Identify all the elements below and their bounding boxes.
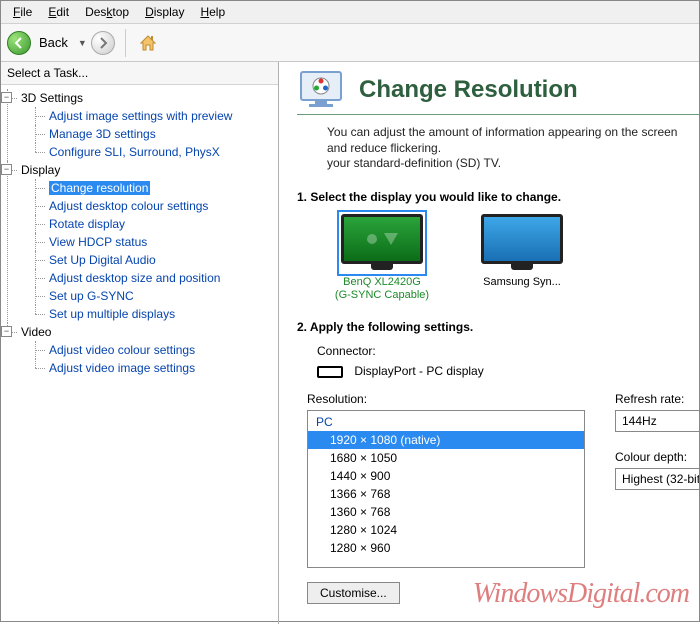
customise-button[interactable]: Customise... [307, 582, 400, 604]
monitor-label: BenQ XL2420G (G-SYNC Capable) [327, 276, 437, 302]
resolution-option[interactable]: 1440 × 900 [308, 467, 584, 485]
connector-label: Connector: [317, 344, 699, 358]
monitor-icon [341, 214, 423, 272]
resolution-listbox[interactable]: PC 1920 × 1080 (native) 1680 × 1050 1440… [307, 410, 585, 568]
colour-depth-value: Highest (32-bit) [622, 472, 699, 486]
refresh-rate-value: 144Hz [622, 414, 657, 428]
collapse-icon[interactable]: − [1, 164, 12, 175]
main-area: Select a Task... − 3D Settings Adjust im… [1, 62, 699, 624]
tree-item[interactable]: Adjust video colour settings [35, 341, 276, 359]
tree-3d-settings[interactable]: − 3D Settings Adjust image settings with… [7, 89, 276, 161]
tree-item-change-resolution[interactable]: Change resolution [35, 179, 276, 197]
monitor-item-benq[interactable]: BenQ XL2420G (G-SYNC Capable) [327, 214, 437, 302]
colour-depth-select[interactable]: Highest (32-bit) ▾ [615, 468, 699, 490]
task-header: Select a Task... [1, 62, 278, 85]
back-dropdown-icon[interactable]: ▼ [78, 38, 87, 48]
menu-edit[interactable]: Edit [40, 3, 77, 21]
resolution-option[interactable]: 1366 × 768 [308, 485, 584, 503]
toolbar-separator [125, 29, 126, 57]
tree-display[interactable]: − Display Change resolution Adjust deskt… [7, 161, 276, 323]
connector-value-row: DisplayPort - PC display [317, 364, 699, 378]
content-panel: Change Resolution You can adjust the amo… [279, 62, 699, 624]
menu-file[interactable]: File [5, 3, 40, 21]
intro-text: You can adjust the amount of information… [327, 125, 699, 172]
tree-item[interactable]: Adjust desktop size and position [35, 269, 276, 287]
forward-button-icon[interactable] [91, 31, 115, 55]
collapse-icon[interactable]: − [1, 92, 12, 103]
tree-item[interactable]: View HDCP status [35, 233, 276, 251]
collapse-icon[interactable]: − [1, 326, 12, 337]
monitor-list: BenQ XL2420G (G-SYNC Capable) Samsung Sy… [327, 214, 699, 302]
tree-item[interactable]: Set up multiple displays [35, 305, 276, 323]
resolution-option[interactable]: 1920 × 1080 (native) [308, 431, 584, 449]
tree-item[interactable]: Adjust image settings with preview [35, 107, 276, 125]
back-label[interactable]: Back [39, 35, 68, 50]
connector-value: DisplayPort - PC display [354, 364, 483, 378]
watermark: WindowsDigital.com [473, 578, 689, 610]
refresh-label: Refresh rate: [615, 392, 699, 406]
tree-item[interactable]: Set Up Digital Audio [35, 251, 276, 269]
resolution-label: Resolution: [307, 392, 585, 406]
displayport-icon [317, 366, 343, 378]
menu-help[interactable]: Help [192, 3, 233, 21]
resolution-option[interactable]: 1280 × 1024 [308, 521, 584, 539]
monitor-item-samsung[interactable]: Samsung Syn... [467, 214, 577, 302]
monitor-label: Samsung Syn... [467, 276, 577, 289]
step1-header: 1. Select the display you would like to … [297, 190, 699, 204]
tree-item[interactable]: Set up G-SYNC [35, 287, 276, 305]
tree-item[interactable]: Adjust video image settings [35, 359, 276, 377]
resolution-option[interactable]: 1280 × 960 [308, 539, 584, 557]
step2-header: 2. Apply the following settings. [297, 320, 699, 334]
toolbar: Back ▼ [1, 24, 699, 62]
page-title: Change Resolution [359, 76, 578, 104]
menu-display[interactable]: Display [137, 3, 192, 21]
tree-item[interactable]: Manage 3D settings [35, 125, 276, 143]
home-icon[interactable] [136, 31, 160, 55]
tree-item[interactable]: Configure SLI, Surround, PhysX [35, 143, 276, 161]
resolution-option[interactable]: 1680 × 1050 [308, 449, 584, 467]
sidebar: Select a Task... − 3D Settings Adjust im… [1, 62, 279, 624]
back-button-icon[interactable] [7, 31, 31, 55]
resolution-group: PC [308, 413, 584, 431]
depth-label: Colour depth: [615, 450, 699, 464]
monitor-settings-icon [297, 70, 345, 110]
tree-video[interactable]: − Video Adjust video colour settings Adj… [7, 323, 276, 377]
tree-item[interactable]: Rotate display [35, 215, 276, 233]
title-rule [297, 114, 699, 115]
refresh-rate-select[interactable]: 144Hz ▾ [615, 410, 699, 432]
menu-bar: File Edit Desktop Display Help [1, 1, 699, 24]
resolution-option[interactable]: 1360 × 768 [308, 503, 584, 521]
task-tree: − 3D Settings Adjust image settings with… [1, 85, 278, 381]
tree-item[interactable]: Adjust desktop colour settings [35, 197, 276, 215]
monitor-icon [481, 214, 563, 272]
menu-desktop[interactable]: Desktop [77, 3, 137, 21]
